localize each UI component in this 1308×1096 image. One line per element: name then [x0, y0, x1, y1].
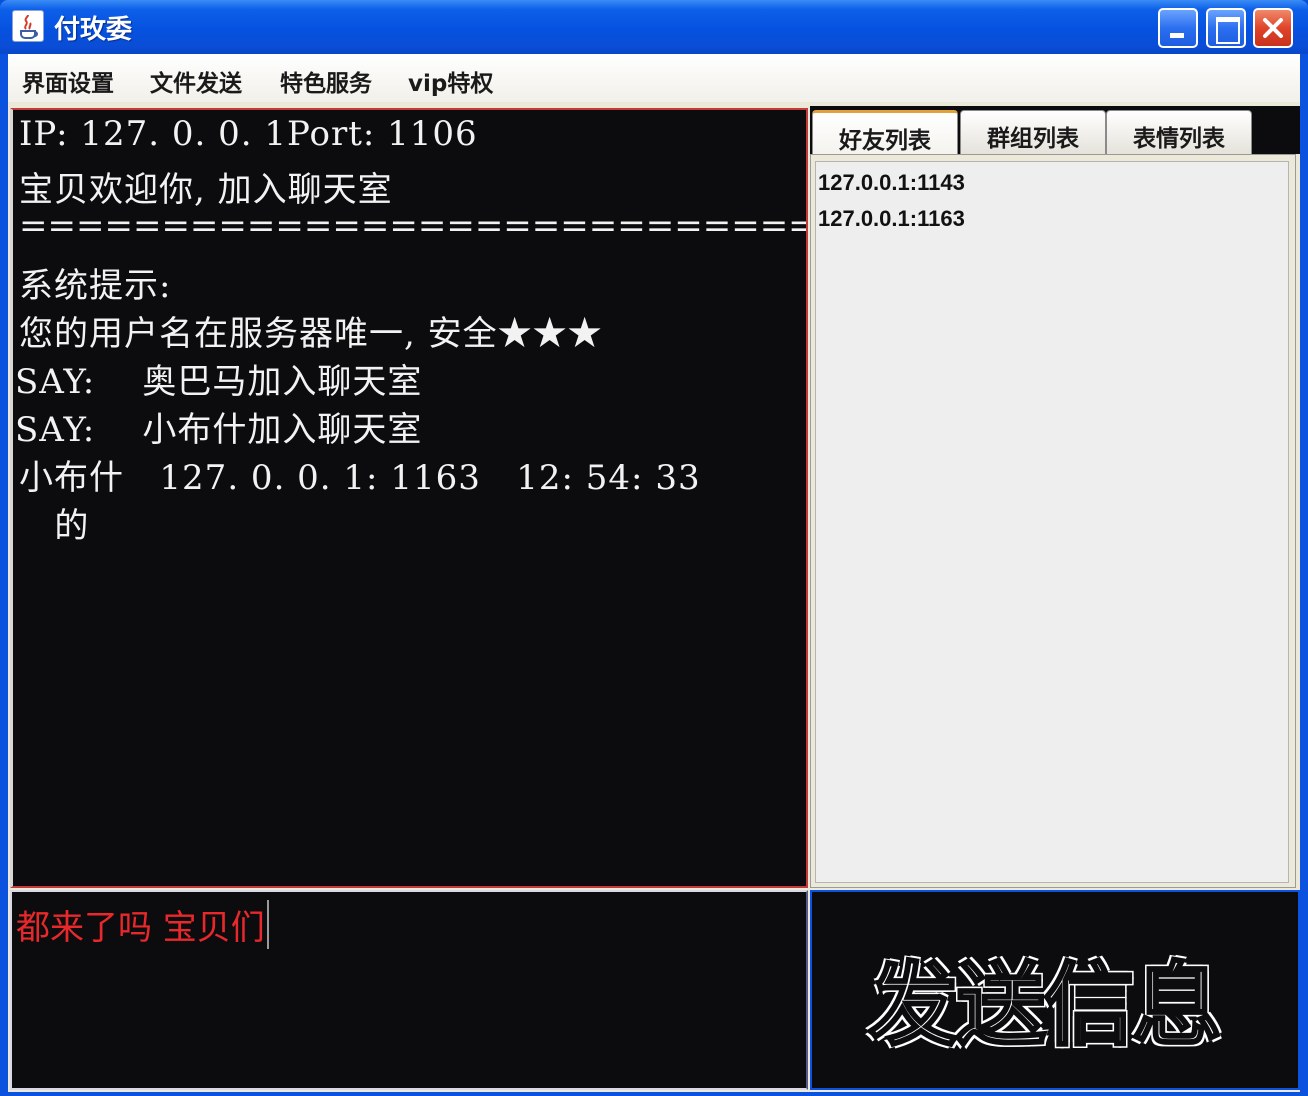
window-border-left [0, 102, 8, 1096]
friends-list[interactable]: 127.0.0.1:1143 127.0.0.1:1163 [815, 161, 1289, 883]
chat-line: IP: 127. 0. 0. 1Port: 1106 [19, 114, 478, 154]
list-item[interactable]: 127.0.0.1:1163 [818, 206, 965, 232]
chat-line: 的 [19, 506, 90, 546]
menu-file-send[interactable]: 文件发送 [150, 64, 242, 98]
chat-line: SAY: 小布什加入聊天室 [15, 410, 423, 450]
window-border-right [1300, 102, 1308, 1096]
close-icon [1263, 18, 1283, 38]
tab-groups[interactable]: 群组列表 [960, 110, 1106, 154]
title-bar[interactable]: 付玫委 [0, 0, 1308, 54]
java-cup-icon[interactable] [12, 10, 44, 42]
menu-interface-settings[interactable]: 界面设置 [22, 64, 114, 98]
friends-panel: 127.0.0.1:1143 127.0.0.1:1163 [810, 154, 1296, 888]
send-message-button[interactable]: 发送信息 [812, 892, 1298, 1088]
send-button-label: 发送信息 [867, 952, 1224, 1060]
close-button[interactable] [1253, 8, 1293, 48]
app-window: 付玫委 界面设置 文件发送 特色服务 vip特权 IP: 127. 0. 0. … [0, 0, 1308, 1096]
message-input[interactable]: 都来了吗 宝贝们 [10, 890, 808, 1090]
chat-line: 您的用户名在服务器唯一, 安全★★★ [19, 314, 603, 354]
window-title: 付玫委 [54, 15, 133, 45]
list-item[interactable]: 127.0.0.1:1143 [818, 170, 965, 196]
maximize-button[interactable] [1206, 8, 1246, 48]
tab-emoticons[interactable]: 表情列表 [1106, 110, 1252, 154]
chat-line: SAY: 奥巴马加入聊天室 [15, 362, 423, 402]
chat-history[interactable]: IP: 127. 0. 0. 1Port: 1106 宝贝欢迎你, 加入聊天室 … [10, 108, 808, 888]
message-input-text[interactable]: 都来了吗 宝贝们 [16, 900, 269, 949]
tab-bar: 好友列表 群组列表 表情列表 [810, 106, 1300, 154]
chat-line: 宝贝欢迎你, 加入聊天室 [19, 170, 393, 210]
chat-line: 系统提示: [19, 266, 172, 306]
menu-bar: 界面设置 文件发送 特色服务 vip特权 [8, 54, 1300, 102]
menu-special-services[interactable]: 特色服务 [280, 64, 372, 98]
menu-vip[interactable]: vip特权 [408, 64, 493, 98]
send-panel: 发送信息 [810, 890, 1300, 1090]
chat-separator: ===================================== [19, 206, 806, 246]
chat-line: 小布什 127. 0. 0. 1: 1163 12: 54: 33 [19, 458, 701, 498]
tab-friends[interactable]: 好友列表 [812, 110, 958, 154]
minimize-button[interactable] [1158, 8, 1198, 48]
